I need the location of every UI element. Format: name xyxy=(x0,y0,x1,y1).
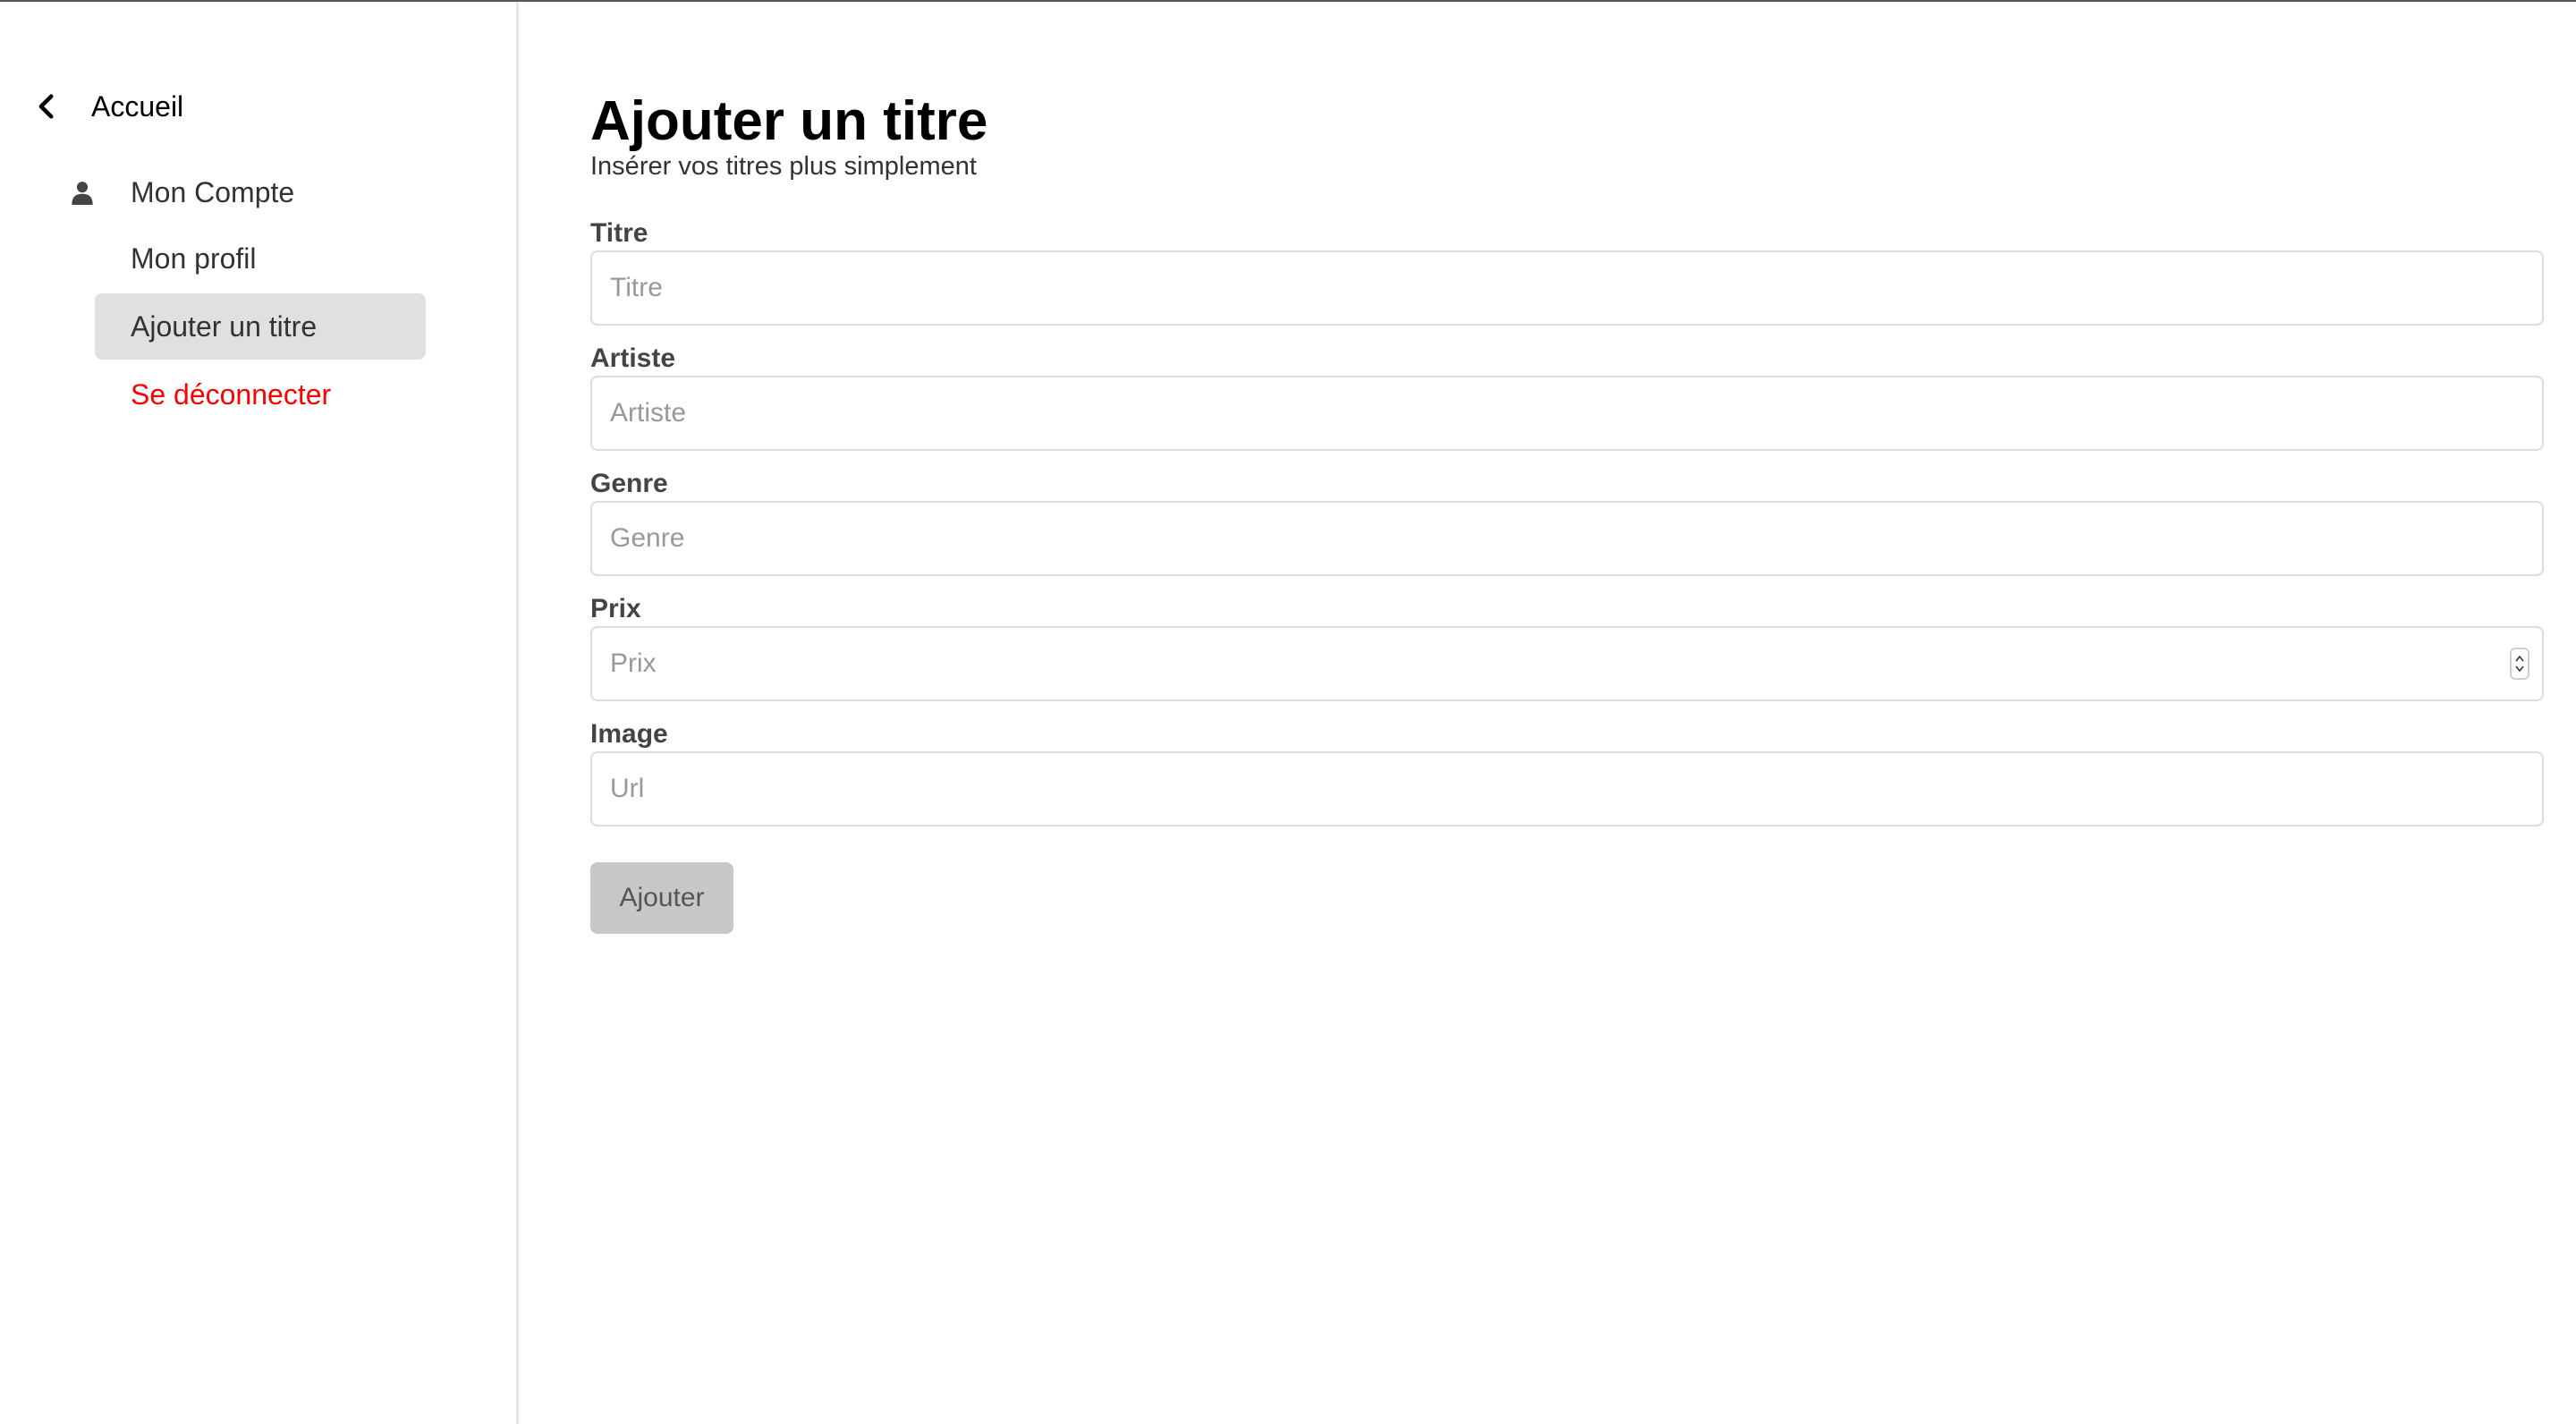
sidebar-item-label: Se déconnecter xyxy=(131,377,332,411)
back-home-label: Accueil xyxy=(91,89,184,123)
artiste-label: Artiste xyxy=(590,343,676,373)
genre-label: Genre xyxy=(590,469,668,498)
sidebar-item-label: Ajouter un titre xyxy=(131,309,318,343)
sidebar-item-logout[interactable]: Se déconnecter xyxy=(95,361,426,428)
genre-input[interactable] xyxy=(590,501,2544,576)
account-section-header: Mon Compte xyxy=(70,170,294,215)
titre-label: Titre xyxy=(590,218,648,248)
account-label: Mon Compte xyxy=(131,175,295,208)
add-button[interactable]: Ajouter xyxy=(590,862,733,934)
page-title: Ajouter un titre xyxy=(590,90,988,152)
user-icon xyxy=(72,182,93,205)
image-label: Image xyxy=(590,719,668,749)
prix-label: Prix xyxy=(590,594,641,623)
artiste-input[interactable] xyxy=(590,376,2544,451)
sidebar-item-profile[interactable]: Mon profil xyxy=(95,225,426,292)
chevron-left-icon xyxy=(38,94,54,119)
back-home-link[interactable]: Accueil xyxy=(32,84,183,129)
titre-input[interactable] xyxy=(590,250,2544,326)
sidebar: Accueil Mon Compte Mon profil Ajouter un… xyxy=(0,2,519,1424)
sidebar-item-label: Mon profil xyxy=(131,242,257,275)
number-stepper[interactable] xyxy=(2510,648,2529,680)
prix-field xyxy=(590,626,2544,701)
page-subtitle: Insérer vos titres plus simplement xyxy=(590,152,977,181)
image-url-input[interactable] xyxy=(590,751,2544,826)
sidebar-item-add-title[interactable]: Ajouter un titre xyxy=(95,293,426,360)
prix-input[interactable] xyxy=(590,626,2544,701)
stepper-arrows-icon xyxy=(2515,655,2524,673)
